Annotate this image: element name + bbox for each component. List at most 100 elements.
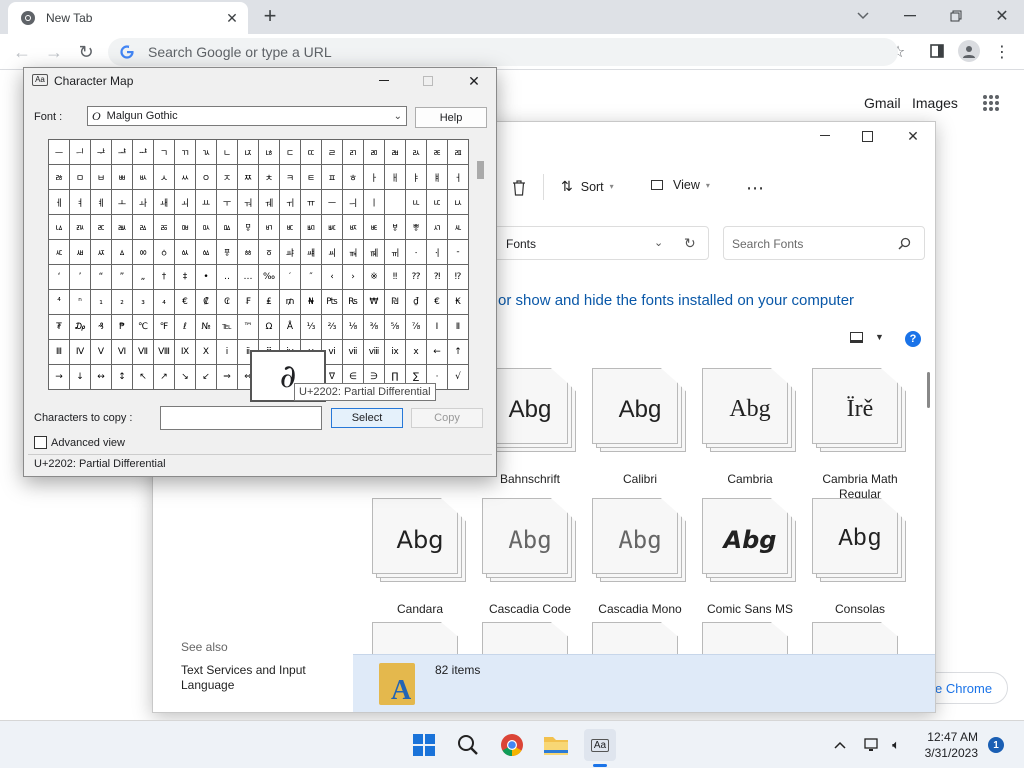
- char-cell[interactable]: ㅅ: [153, 164, 175, 190]
- clock-date[interactable]: 3/31/2023: [918, 746, 978, 760]
- char-cell[interactable]: Å: [279, 314, 301, 340]
- char-cell[interactable]: ㅠ: [300, 189, 322, 215]
- char-cell[interactable]: ㅟ: [279, 189, 301, 215]
- char-cell[interactable]: ₮: [48, 314, 70, 340]
- minimize-window-icon[interactable]: [896, 4, 924, 28]
- char-cell[interactable]: ⅔: [321, 314, 343, 340]
- notification-badge[interactable]: 1: [988, 737, 1004, 753]
- omnibox[interactable]: Search Google or type a URL: [108, 38, 898, 66]
- help-icon[interactable]: ?: [905, 331, 921, 347]
- chevron-down-icon[interactable]: ▼: [875, 332, 884, 342]
- chevron-down-icon[interactable]: ⌄: [654, 236, 663, 249]
- char-cell[interactable]: Ⅱ: [447, 314, 469, 340]
- char-cell[interactable]: „: [132, 264, 154, 290]
- char-cell[interactable]: ㆋ: [363, 239, 385, 265]
- char-cell[interactable]: ₂: [111, 289, 133, 315]
- charmap-taskbar-icon[interactable]: Aa: [584, 729, 616, 767]
- gmail-link[interactable]: Gmail: [864, 95, 901, 111]
- char-cell[interactable]: ‼: [384, 264, 406, 290]
- char-cell[interactable]: ㆈ: [300, 239, 322, 265]
- close-window-icon[interactable]: ✕: [988, 4, 1016, 28]
- char-cell[interactable]: ₥: [279, 289, 301, 315]
- char-cell[interactable]: ₁: [90, 289, 112, 315]
- char-cell[interactable]: ㅃ: [111, 164, 133, 190]
- char-cell[interactable]: ㅷ: [363, 214, 385, 240]
- char-cell[interactable]: ⅜: [363, 314, 385, 340]
- char-cell[interactable]: Ⅳ: [69, 339, 91, 365]
- char-cell[interactable]: ㅴ: [300, 214, 322, 240]
- char-cell[interactable]: ㅯ: [195, 214, 217, 240]
- char-cell[interactable]: ㅱ: [237, 214, 259, 240]
- char-cell[interactable]: ㅨ: [48, 214, 70, 240]
- char-cell[interactable]: ㅝ: [237, 189, 259, 215]
- char-cell[interactable]: ㄵ: [237, 139, 259, 165]
- font-tile[interactable]: Abg Consolas: [805, 498, 915, 617]
- char-cell[interactable]: ‰: [258, 264, 280, 290]
- char-cell[interactable]: †: [153, 264, 175, 290]
- char-cell[interactable]: ↗: [153, 364, 175, 390]
- char-cell[interactable]: ㆁ: [153, 239, 175, 265]
- char-cell[interactable]: ₡: [195, 289, 217, 315]
- chevron-up-icon[interactable]: [830, 735, 850, 755]
- char-cell[interactable]: ₣: [237, 289, 259, 315]
- char-cell[interactable]: ㅛ: [195, 189, 217, 215]
- char-cell[interactable]: ㅵ: [321, 214, 343, 240]
- char-cell[interactable]: ㄹ: [321, 139, 343, 165]
- char-cell[interactable]: ㆆ: [258, 239, 280, 265]
- char-cell[interactable]: ㄳ: [195, 139, 217, 165]
- char-cell[interactable]: ㅫ: [111, 214, 133, 240]
- char-cell[interactable]: “: [90, 264, 112, 290]
- char-cell[interactable]: ₢: [216, 289, 238, 315]
- char-cell[interactable]: ㆍ: [405, 239, 427, 265]
- char-cell[interactable]: ㅹ: [405, 214, 427, 240]
- char-cell[interactable]: ㅺ: [426, 214, 448, 240]
- apps-grid-icon[interactable]: [980, 92, 1002, 114]
- font-tile[interactable]: Abg Cascadia Code: [475, 498, 585, 617]
- char-cell[interactable]: ↙: [195, 364, 217, 390]
- char-cell[interactable]: ㅘ: [132, 189, 154, 215]
- char-cell[interactable]: Ⅲ: [48, 339, 70, 365]
- char-cell[interactable]: ⅓: [300, 314, 322, 340]
- more-options-icon[interactable]: ⋯: [743, 178, 767, 198]
- char-cell[interactable]: ⅰ: [216, 339, 238, 365]
- explorer-maximize-icon[interactable]: [855, 126, 879, 146]
- char-cell[interactable]: ᅷ: [90, 139, 112, 165]
- tab-search-icon[interactable]: [851, 4, 875, 28]
- font-tile[interactable]: Abg Calibri: [585, 368, 695, 487]
- char-cell[interactable]: √: [447, 364, 469, 390]
- char-cell[interactable]: ㅒ: [426, 164, 448, 190]
- clock-time[interactable]: 12:47 AM: [926, 730, 978, 744]
- char-cell[interactable]: ㄿ: [447, 139, 469, 165]
- char-cell[interactable]: ₨: [342, 289, 364, 315]
- char-cell[interactable]: ″: [300, 264, 322, 290]
- char-cell[interactable]: ㄺ: [342, 139, 364, 165]
- char-cell[interactable]: ㅿ: [111, 239, 133, 265]
- char-cell[interactable]: ㆌ: [384, 239, 406, 265]
- char-cell[interactable]: ㅡ: [321, 189, 343, 215]
- char-cell[interactable]: ㄾ: [426, 139, 448, 165]
- char-cell[interactable]: ㅭ: [153, 214, 175, 240]
- scrollbar[interactable]: [927, 372, 930, 408]
- char-cell[interactable]: ↕: [111, 364, 133, 390]
- char-cell[interactable]: ㄼ: [384, 139, 406, 165]
- char-cell[interactable]: Ⅸ: [174, 339, 196, 365]
- back-icon[interactable]: ←: [10, 40, 34, 64]
- char-cell[interactable]: ›: [342, 264, 364, 290]
- char-cell[interactable]: Ⅶ: [132, 339, 154, 365]
- char-cell[interactable]: ㅥ: [405, 189, 427, 215]
- explorer-minimize-icon[interactable]: [813, 126, 837, 146]
- char-cell[interactable]: ㆃ: [195, 239, 217, 265]
- char-cell[interactable]: ㅳ: [279, 214, 301, 240]
- char-cell[interactable]: ㅇ: [195, 164, 217, 190]
- chrome-taskbar-icon[interactable]: [496, 729, 528, 761]
- char-cell[interactable]: ‡: [174, 264, 196, 290]
- char-cell[interactable]: ※: [363, 264, 385, 290]
- char-cell[interactable]: ₰: [90, 314, 112, 340]
- char-cell[interactable]: Ⅷ: [153, 339, 175, 365]
- char-cell[interactable]: ㅁ: [69, 164, 91, 190]
- char-cell[interactable]: ᅳ: [48, 139, 70, 165]
- new-tab-icon[interactable]: +: [258, 3, 282, 28]
- char-cell[interactable]: ⅛: [342, 314, 364, 340]
- char-cell[interactable]: ㅶ: [342, 214, 364, 240]
- char-cell[interactable]: ㅢ: [342, 189, 364, 215]
